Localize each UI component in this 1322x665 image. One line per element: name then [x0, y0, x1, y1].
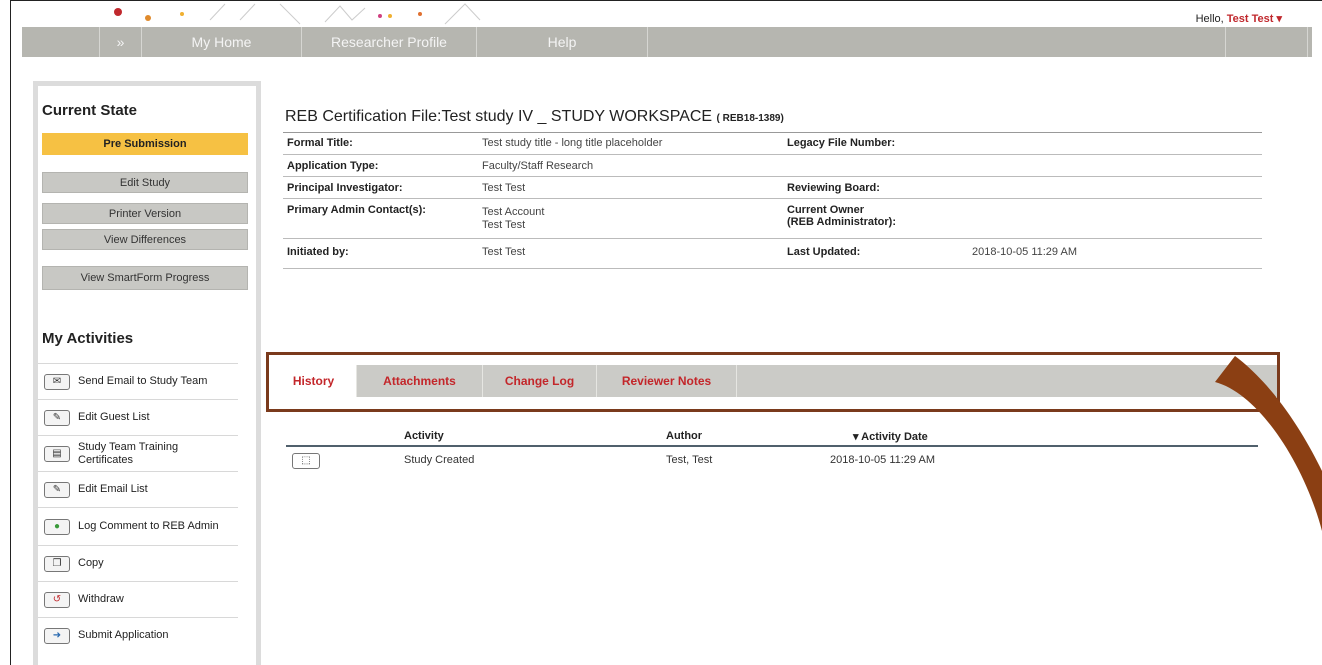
- edit-study-button[interactable]: Edit Study: [42, 172, 248, 193]
- column-header-activity-date[interactable]: ▾ Activity Date: [853, 430, 928, 443]
- field-row: Principal Investigator: Test Test Review…: [283, 177, 1262, 199]
- withdraw-icon: ↺: [44, 591, 70, 608]
- submit-icon: ➜: [44, 627, 70, 644]
- expand-nav-button[interactable]: »: [100, 27, 142, 57]
- nav-spacer: [22, 27, 100, 57]
- sidebar-panel: Current State Pre Submission Edit Study …: [38, 86, 256, 665]
- field-row: Formal Title: Test study title - long ti…: [283, 133, 1262, 155]
- activity-edit-guest-list[interactable]: ✎ Edit Guest List: [38, 399, 238, 435]
- printer-version-button[interactable]: Printer Version: [42, 203, 248, 224]
- study-created-icon: ⬚: [292, 453, 320, 469]
- current-state-title: Current State: [42, 102, 138, 119]
- edit-icon: ✎: [44, 409, 70, 426]
- greeting-text: Hello,: [1195, 13, 1224, 25]
- email-icon: ✉: [44, 373, 70, 390]
- activity-edit-email-list[interactable]: ✎ Edit Email List: [38, 471, 238, 507]
- history-table-header: Activity Author ▾ Activity Date: [286, 425, 1258, 447]
- activity-log-comment[interactable]: ● Log Comment to REB Admin: [38, 507, 238, 545]
- field-row: Application Type: Faculty/Staff Research: [283, 155, 1262, 177]
- field-row: Initiated by: Test Test Last Updated: 20…: [283, 239, 1262, 269]
- user-menu[interactable]: Test Test ▾: [1227, 13, 1282, 25]
- state-badge: Pre Submission: [42, 133, 248, 155]
- top-nav: » My Home Researcher Profile Help: [22, 27, 1312, 57]
- certificate-icon: ▤: [44, 445, 70, 462]
- nav-item-help[interactable]: Help: [477, 27, 648, 57]
- copy-icon: ❐: [44, 555, 70, 572]
- annotation-arc: [1215, 356, 1322, 531]
- table-row: ⬚ Study Created Test, Test 2018-10-05 11…: [286, 447, 1258, 475]
- edit-icon: ✎: [44, 481, 70, 498]
- comment-icon: ●: [44, 518, 70, 535]
- activity-submit-application[interactable]: ➜ Submit Application: [38, 617, 238, 653]
- study-details-table: Formal Title: Test study title - long ti…: [283, 132, 1262, 269]
- activity-training-certificates[interactable]: ▤ Study Team Training Certificates: [38, 435, 238, 471]
- nav-item-researcher-profile[interactable]: Researcher Profile: [302, 27, 477, 57]
- page-title: REB Certification File:Test study IV _ S…: [285, 108, 784, 125]
- nav-filler-right: [1226, 27, 1308, 57]
- activity-send-email[interactable]: ✉ Send Email to Study Team: [38, 363, 238, 399]
- cell-author: Test, Test: [666, 454, 713, 466]
- cell-activity: Study Created: [404, 454, 475, 466]
- view-differences-button[interactable]: View Differences: [42, 229, 248, 250]
- history-table: Activity Author ▾ Activity Date ⬚ Study …: [286, 425, 1258, 475]
- activity-copy[interactable]: ❐ Copy: [38, 545, 238, 581]
- cell-date: 2018-10-05 11:29 AM: [830, 454, 935, 466]
- double-chevron-icon: »: [116, 34, 125, 50]
- column-header-activity[interactable]: Activity: [404, 430, 444, 442]
- view-smartform-progress-button[interactable]: View SmartForm Progress: [42, 266, 248, 290]
- activity-withdraw[interactable]: ↺ Withdraw: [38, 581, 238, 617]
- sidebar: Current State Pre Submission Edit Study …: [33, 81, 261, 665]
- nav-filler: [648, 27, 1226, 57]
- nav-item-my-home[interactable]: My Home: [142, 27, 302, 57]
- user-greeting: Hello, Test Test ▾: [1196, 12, 1282, 25]
- tabs-highlight-box: [266, 352, 1280, 412]
- header-decoration: [114, 3, 481, 25]
- my-activities-title: My Activities: [42, 330, 134, 347]
- field-row: Primary Admin Contact(s): Test Account T…: [283, 199, 1262, 239]
- file-id: ( REB18-1389): [716, 113, 784, 124]
- column-header-author[interactable]: Author: [666, 430, 702, 442]
